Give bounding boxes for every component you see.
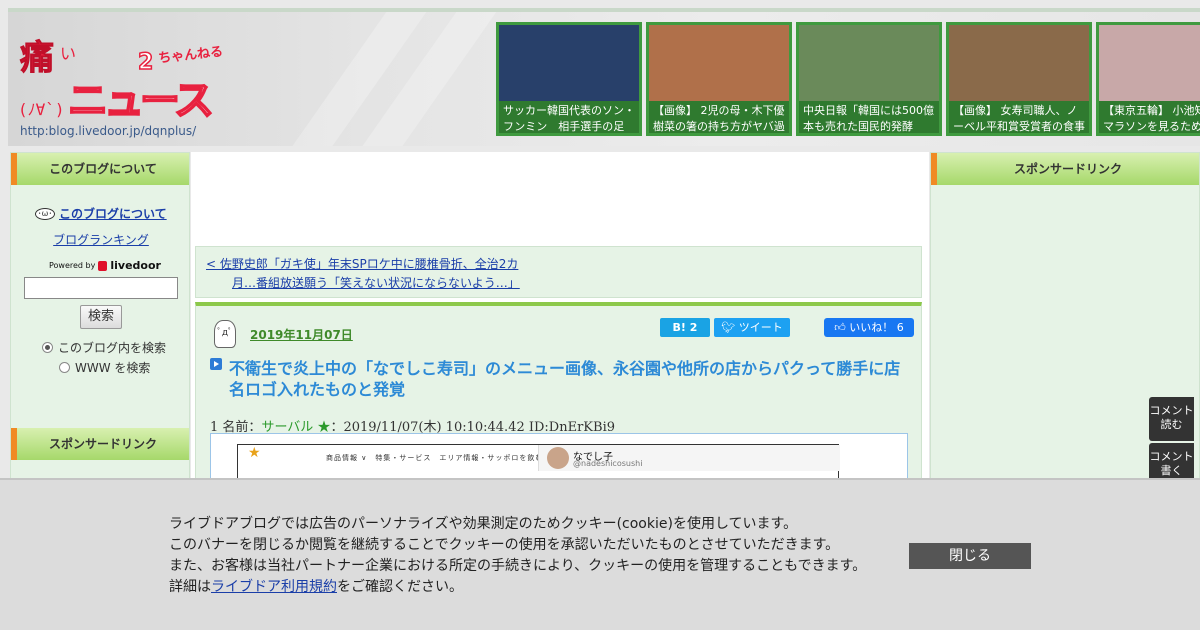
- radio-blog-label: このブログ内を検索: [58, 341, 167, 355]
- prev-link-line2: 月…番組放送願う「笑えない状況にならないよう…」: [232, 276, 520, 290]
- logo-url: http:blog.livedoor.jp/dqnplus/: [20, 124, 197, 138]
- previous-article-box: < 佐野史郎「ガキ使」年末SPロケ中に腰椎骨折、全治2カ 月…番組放送願う「笑え…: [195, 246, 922, 298]
- hatena-count: 2: [689, 321, 698, 334]
- tweet-label: ツイート: [738, 321, 783, 334]
- livedoor-label: livedoor: [110, 259, 161, 272]
- thumbnail-caption: 中央日報「韓国には500億本も売れた国民的発酵: [799, 101, 939, 133]
- embedded-account-card: なでし子 @nadeshicosushi: [538, 445, 840, 471]
- thumbnail-image: [499, 25, 639, 101]
- tweet-button[interactable]: 🐦︎ ツイート: [714, 318, 790, 337]
- logo-kana: い: [60, 44, 77, 63]
- radio-www-search[interactable]: WWW を検索: [59, 359, 150, 376]
- about-heading: このブログについて: [11, 153, 189, 185]
- right-sponsor-heading: スポンサードリンク: [931, 153, 1199, 185]
- cookie-line-3: また、お客様は当社パートナー企業における所定の手続きにより、クッキーの使用を管理…: [169, 558, 867, 574]
- cookie-text: ライブドアブログでは広告のパーソナライズや効果測定のためクッキー(cookie)…: [169, 514, 889, 598]
- site-logo[interactable]: 痛 い ちゃんねる 2 ニュース (ﾉ∀`) http:blog.livedoo…: [16, 26, 236, 141]
- thumbnail-image: [649, 25, 789, 101]
- cookie-line-4: 詳細はライブドア利用規約をご確認ください。: [169, 577, 889, 598]
- headline-thumbnail[interactable]: サッカー韓国代表のソン・フンミン 相手選手の足を: [496, 22, 642, 136]
- radio-checked-icon[interactable]: [42, 342, 53, 353]
- thumbnail-caption: 【画像】 女寿司職人、ノーベル平和賞受賞者の食事会: [949, 101, 1089, 133]
- thumbs-up-icon: 👍︎: [834, 321, 846, 334]
- headline-thumbnails: サッカー韓国代表のソン・フンミン 相手選手の足を【画像】 2児の母・木下優樹菜の…: [496, 22, 1200, 138]
- article-date[interactable]: 2019年11月07日: [250, 326, 353, 343]
- terms-link[interactable]: ライブドア利用規約: [211, 579, 337, 595]
- ranking-link[interactable]: ブログランキング: [11, 231, 191, 248]
- prev-link-line1: < 佐野史郎「ガキ使」年末SPロケ中に腰椎骨折、全治2カ: [206, 257, 519, 271]
- article-title: 不衛生で炎上中の「なでしこ寿司」のメニュー画像、永谷園や他所の店からパクって勝手…: [229, 359, 901, 399]
- search-button[interactable]: 検索: [80, 305, 122, 329]
- cookie-line-4-prefix: 詳細は: [169, 579, 211, 595]
- headline-thumbnail[interactable]: 中央日報「韓国には500億本も売れた国民的発酵: [796, 22, 942, 136]
- thumbnail-image: [1099, 25, 1200, 101]
- embedded-account-handle: @nadeshicosushi: [573, 459, 643, 468]
- thumbnail-image: [799, 25, 939, 101]
- logo-channel: ちゃんねる: [157, 44, 224, 67]
- about-link[interactable]: このブログについて: [59, 205, 167, 222]
- like-count: 6: [896, 321, 904, 334]
- avatar: [547, 447, 569, 469]
- face-icon: ･ω･: [35, 207, 55, 220]
- about-row: ･ω･ このブログについて: [35, 205, 167, 222]
- powered-by-livedoor[interactable]: Powered by livedoor: [49, 259, 161, 272]
- cookie-line-2: このバナーを閉じるか閲覧を継続することでクッキーの使用を承認いただいたものとさせ…: [169, 537, 840, 553]
- thumbnail-caption: 【東京五輪】 小池知事、マラソンを見るために: [1099, 101, 1200, 133]
- facebook-like-button[interactable]: 👍︎ いいね！ 6: [824, 318, 914, 337]
- cookie-line-1: ライブドアブログでは広告のパーソナライズや効果測定のためクッキー(cookie)…: [169, 516, 798, 532]
- thumbnail-caption: 【画像】 2児の母・木下優樹菜の箸の持ち方がヤバ過: [649, 101, 789, 133]
- logo-face: (ﾉ∀`): [18, 100, 65, 119]
- cat-icon: ﾟдﾟ: [214, 320, 236, 348]
- powered-by-label: Powered by: [49, 261, 96, 270]
- livedoor-icon: [98, 260, 108, 271]
- logo-news: ニュース: [67, 77, 215, 125]
- radio-blog-search[interactable]: このブログ内を検索: [42, 339, 166, 356]
- site-header: 痛 い ちゃんねる 2 ニュース (ﾉ∀`) http:blog.livedoo…: [8, 8, 1200, 146]
- cookie-line-4-suffix: をご確認ください。: [337, 579, 463, 595]
- sapporo-star-icon: ★: [248, 445, 261, 461]
- hatena-bookmark-button[interactable]: B! 2: [660, 318, 710, 337]
- twitter-bird-icon: 🐦︎: [721, 321, 736, 334]
- headline-thumbnail[interactable]: 【画像】 2児の母・木下優樹菜の箸の持ち方がヤバ過: [646, 22, 792, 136]
- thumbnail-caption: サッカー韓国代表のソン・フンミン 相手選手の足を: [499, 101, 639, 133]
- logo-kanji: 痛: [20, 38, 55, 79]
- radio-unchecked-icon[interactable]: [59, 362, 70, 373]
- embedded-nav: 商品情報 ∨ 特集・サービス エリア情報・サッポロを飲む エ: [326, 454, 560, 462]
- play-icon: [210, 358, 222, 370]
- headline-thumbnail[interactable]: 【画像】 女寿司職人、ノーベル平和賞受賞者の食事会: [946, 22, 1092, 136]
- previous-article-link[interactable]: < 佐野史郎「ガキ使」年末SPロケ中に腰椎骨折、全治2カ 月…番組放送願う「笑え…: [206, 255, 566, 293]
- hatena-label: B!: [672, 321, 686, 334]
- like-label: いいね！: [849, 321, 894, 334]
- headline-thumbnail[interactable]: 【東京五輪】 小池知事、マラソンを見るために: [1096, 22, 1200, 136]
- cookie-banner: ライブドアブログでは広告のパーソナライズや効果測定のためクッキー(cookie)…: [0, 478, 1200, 630]
- cookie-close-button[interactable]: 閉じる: [909, 543, 1031, 569]
- left-sponsor-heading: スポンサードリンク: [11, 428, 189, 460]
- read-comments-button[interactable]: コメント読む: [1149, 397, 1194, 441]
- radio-www-label: WWW を検索: [75, 361, 151, 375]
- thumbnail-image: [949, 25, 1089, 101]
- search-input[interactable]: [24, 277, 178, 299]
